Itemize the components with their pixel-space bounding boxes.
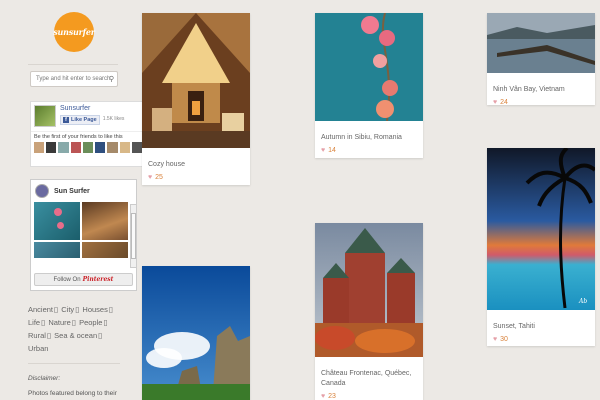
tag-separator: ▯ <box>46 331 52 340</box>
pinterest-widget: Sun Surfer Follow On Pinterest <box>30 179 137 291</box>
tag-link[interactable]: Ancient <box>28 305 53 314</box>
sidebar: sunsurfer Type and hit enter to search ⚲… <box>28 10 146 400</box>
post-image[interactable] <box>315 12 423 122</box>
post-caption[interactable]: Cozy house <box>142 153 250 172</box>
tag-separator: ▯ <box>41 318 46 327</box>
heart-icon: ♥ <box>321 147 326 154</box>
like-count: 24 <box>500 99 508 106</box>
tag-link[interactable]: Rural <box>28 331 46 340</box>
tag-separator: ▯ <box>54 305 59 314</box>
disclaimer-text: Photos featured belong to their respecti… <box>28 390 117 397</box>
like-count: 25 <box>155 174 163 181</box>
pinterest-logo: Pinterest <box>82 276 114 283</box>
tag-link[interactable]: Urban <box>28 344 48 353</box>
pin-thumbnail[interactable] <box>82 242 128 258</box>
facebook-page-info: Sunsurfer f Like Page 1.5K likes <box>60 105 124 128</box>
tag-link[interactable]: Sea & ocean <box>54 331 97 340</box>
search-placeholder: Type and hit enter to search <box>36 76 111 82</box>
facebook-like-label: Like Page <box>71 117 97 123</box>
tag-separator: ▯ <box>98 331 103 340</box>
avatar[interactable] <box>35 184 49 198</box>
pin-thumbnail[interactable] <box>34 202 80 240</box>
facebook-like-count: 1.5K likes <box>102 115 125 122</box>
avatar[interactable] <box>46 142 57 153</box>
tag-link[interactable]: People <box>79 318 102 327</box>
divider <box>28 64 118 65</box>
tag-link[interactable]: Nature <box>48 318 71 327</box>
post-image[interactable] <box>142 13 250 148</box>
post-card[interactable] <box>142 266 250 400</box>
heart-icon: ♥ <box>493 99 498 106</box>
search-input[interactable]: Type and hit enter to search ⚲ <box>30 71 118 87</box>
pinterest-scrollbar[interactable] <box>130 204 137 268</box>
disclaimer: Disclaimer: Photos featured belong to th… <box>28 363 120 400</box>
post-image[interactable]: Ab <box>487 146 597 310</box>
post-caption[interactable]: Sunset, Tahiti <box>487 315 595 334</box>
tag-link[interactable]: City <box>61 305 74 314</box>
follow-label: Follow On <box>53 276 81 283</box>
post-card[interactable]: Autumn in Sibiu, Romania ♥ 14 <box>315 12 423 158</box>
site-logo[interactable]: sunsurfer <box>53 12 95 52</box>
post-caption[interactable]: Château Frontenac, Québec, Canada <box>315 362 423 391</box>
facebook-header: Sunsurfer f Like Page 1.5K likes <box>31 102 145 132</box>
pinterest-pins <box>31 202 136 258</box>
post-card[interactable]: Ninh Vân Bay, Vietnam ♥ 24 <box>487 13 595 106</box>
post-image[interactable] <box>487 13 595 73</box>
avatar[interactable] <box>58 142 69 153</box>
post-likes[interactable]: ♥ 23 <box>315 391 423 400</box>
avatar[interactable] <box>34 142 45 153</box>
post-caption[interactable]: Ninh Vân Bay, Vietnam <box>487 78 595 97</box>
like-count: 23 <box>328 393 336 400</box>
avatar[interactable] <box>82 142 94 153</box>
tag-separator: ▯ <box>75 305 80 314</box>
tag-list: Ancient▯ City▯ Houses▯ Life▯ Nature▯ Peo… <box>28 303 120 355</box>
avatar[interactable] <box>119 142 130 153</box>
pin-thumbnail[interactable] <box>82 202 128 240</box>
facebook-page-name[interactable]: Sunsurfer <box>60 105 124 112</box>
facebook-like-button[interactable]: f Like Page <box>60 115 100 125</box>
pin-thumbnail[interactable] <box>34 242 80 258</box>
heart-icon: ♥ <box>148 174 153 181</box>
avatar[interactable] <box>107 142 118 153</box>
heart-icon: ♥ <box>493 336 498 343</box>
post-caption[interactable]: Autumn in Sibiu, Romania <box>315 126 423 145</box>
pinterest-profile-name[interactable]: Sun Surfer <box>54 188 90 195</box>
post-card[interactable]: Cozy house ♥ 25 <box>142 13 250 185</box>
post-card[interactable]: Château Frontenac, Québec, Canada ♥ 23 <box>315 223 423 400</box>
facebook-friends-text: Be the first of your friends to like thi… <box>34 134 123 140</box>
tag-separator: ▯ <box>108 305 113 314</box>
like-count: 14 <box>328 147 336 154</box>
post-image[interactable] <box>315 223 423 357</box>
like-count: 30 <box>500 336 508 343</box>
tag-link[interactable]: Houses <box>82 305 107 314</box>
disclaimer-heading: Disclaimer: <box>28 375 61 382</box>
post-likes[interactable]: ♥ 14 <box>315 145 423 154</box>
avatar[interactable] <box>95 142 106 153</box>
post-image[interactable] <box>142 266 250 400</box>
logo-text: sunsurfer <box>53 27 95 37</box>
heart-icon: ♥ <box>321 393 326 400</box>
watermark: Ab <box>578 298 587 305</box>
pinterest-header: Sun Surfer <box>31 180 136 202</box>
facebook-faces <box>31 142 145 153</box>
post-likes[interactable]: ♥ 25 <box>142 172 250 181</box>
avatar[interactable] <box>70 142 81 153</box>
post-likes[interactable]: ♥ 30 <box>487 334 595 343</box>
facebook-icon: f <box>63 117 69 123</box>
avatar[interactable] <box>131 142 142 153</box>
pinterest-follow-button[interactable]: Follow On Pinterest <box>34 273 133 286</box>
tag-separator: ▯ <box>103 318 108 327</box>
post-card[interactable]: Ab Sunset, Tahiti ♥ 30 <box>487 146 597 346</box>
scrollbar-thumb[interactable] <box>131 213 136 259</box>
tag-separator: ▯ <box>71 318 76 327</box>
search-icon[interactable]: ⚲ <box>109 75 114 83</box>
tag-link[interactable]: Life <box>28 318 40 327</box>
post-likes[interactable]: ♥ 24 <box>487 97 595 106</box>
facebook-page-thumbnail[interactable] <box>34 105 56 127</box>
facebook-like-box: Sunsurfer f Like Page 1.5K likes Be the f… <box>30 101 146 167</box>
